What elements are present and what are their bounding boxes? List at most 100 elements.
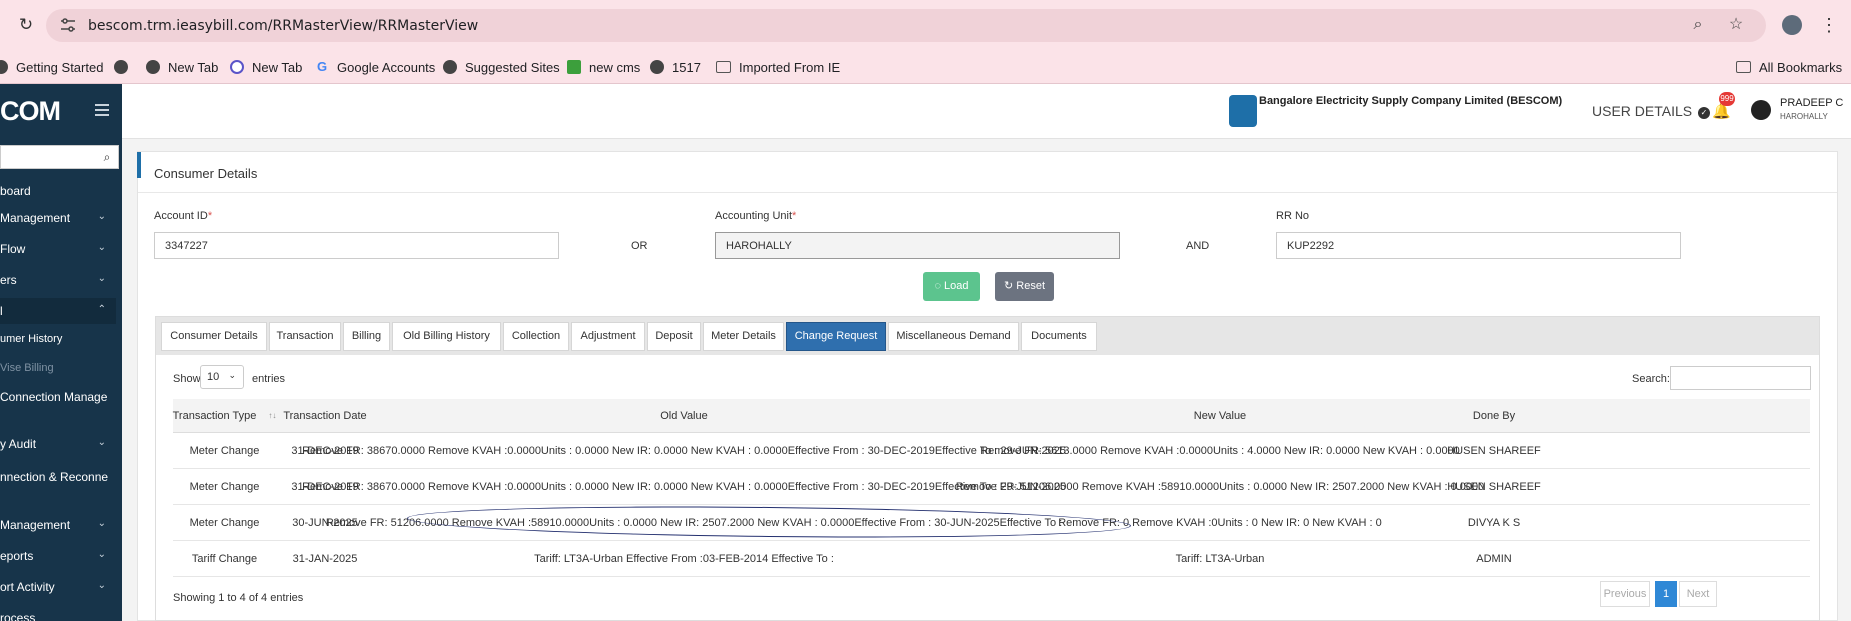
- address-bar[interactable]: bescom.trm.ieasybill.com/RRMasterView/RR…: [46, 9, 1766, 42]
- sidebar-item-label: eports: [0, 549, 34, 563]
- col-old-value[interactable]: Old Value: [374, 399, 994, 432]
- pagination-next[interactable]: Next: [1679, 581, 1717, 607]
- sidebar-item-reports[interactable]: eports ⌄: [0, 549, 116, 569]
- cell-transaction-type: Meter Change: [189, 516, 260, 529]
- table-row: Tariff Change 31-JAN-2025 Tariff: LT3A-U…: [173, 541, 1810, 577]
- globe-icon: [443, 60, 457, 74]
- tab-deposit[interactable]: Deposit: [647, 322, 701, 351]
- bookmark-new-tab-2[interactable]: New Tab: [230, 58, 302, 76]
- sidebar-search-input[interactable]: ⌕: [0, 145, 119, 169]
- and-label: AND: [1186, 240, 1210, 252]
- sidebar-item-audit[interactable]: y Audit ⌄: [0, 437, 116, 457]
- sidebar-item-process[interactable]: rocess: [0, 611, 116, 621]
- sidebar-item-report-activity[interactable]: ort Activity ⌄: [0, 580, 116, 600]
- browser-toolbar: ↻ bescom.trm.ieasybill.com/RRMasterView/…: [0, 0, 1851, 50]
- org-name: Bangalore Electricity Supply Company Lim…: [1259, 95, 1563, 107]
- tab-consumer-details[interactable]: Consumer Details: [161, 322, 267, 351]
- tab-collection[interactable]: Collection: [503, 322, 569, 351]
- browser-menu-icon[interactable]: ⋮: [1820, 14, 1838, 36]
- bescom-logo-icon: [1229, 95, 1257, 127]
- all-bookmarks[interactable]: All Bookmarks: [1736, 58, 1842, 76]
- sidebar-item-label: nnection & Reconne: [0, 470, 109, 484]
- cell-done-by: HUSEN SHAREEF: [1447, 480, 1541, 493]
- col-new-value[interactable]: New Value: [994, 399, 1446, 432]
- col-done-by[interactable]: Done By: [1446, 399, 1542, 432]
- sidebar-item-label: rocess: [0, 611, 36, 621]
- sidebar-item-flow[interactable]: Flow ⌄: [0, 242, 116, 262]
- pagination-previous[interactable]: Previous: [1600, 581, 1650, 607]
- bookmark-label: Suggested Sites: [465, 59, 560, 75]
- account-id-input[interactable]: 3347227: [154, 232, 559, 259]
- page-size-value: 10: [207, 371, 220, 383]
- cell-old-value: Remove FR: 38670.0000 Remove KVAH :0.000…: [302, 480, 1066, 493]
- cell-new-value: Remove FR: 51206.0000 Remove KVAH :58910…: [955, 480, 1485, 493]
- bookmark-google-accounts[interactable]: G Google Accounts: [315, 58, 435, 76]
- cell-transaction-type: Tariff Change: [191, 552, 258, 565]
- profile-avatar-icon[interactable]: [1782, 15, 1802, 35]
- chevron-up-icon: ⌃: [97, 304, 106, 315]
- chevron-down-icon: ⌄: [97, 580, 106, 591]
- sidebar-sub-wise-billing[interactable]: Vise Billing: [0, 362, 54, 374]
- cell-old-value: Tariff: LT3A-Urban Effective From :03-FE…: [534, 552, 834, 565]
- sidebar-item-label: Connection Manage: [0, 390, 108, 404]
- user-name[interactable]: PRADEEP C: [1780, 97, 1843, 109]
- tab-adjustment[interactable]: Adjustment: [571, 322, 645, 351]
- page-size-select[interactable]: 10 ⌄: [200, 365, 244, 389]
- sidebar-item-dashboard[interactable]: board: [0, 184, 116, 204]
- site-info-icon[interactable]: [60, 18, 76, 32]
- user-details-menu[interactable]: USER DETAILS ✓: [1592, 103, 1710, 119]
- tab-meter-details[interactable]: Meter Details: [703, 322, 784, 351]
- sidebar-item-management-2[interactable]: Management ⌄: [0, 518, 116, 538]
- app-logo: COM: [0, 96, 61, 126]
- tab-billing[interactable]: Billing: [343, 322, 390, 351]
- tab-old-billing-history[interactable]: Old Billing History: [392, 322, 501, 351]
- bookmark-imported-from-ie[interactable]: Imported From IE: [716, 58, 840, 76]
- sidebar-item-label: Management: [0, 211, 71, 225]
- table-row: Meter Change 30-JUN-2025 Remove FR: 5120…: [173, 505, 1810, 541]
- cell-transaction-type: Meter Change: [189, 480, 260, 493]
- sidebar-item-management[interactable]: Management ⌄: [0, 211, 116, 231]
- url-text[interactable]: bescom.trm.ieasybill.com/RRMasterView/RR…: [88, 18, 478, 34]
- cell-old-value: Remove FR: 38670.0000 Remove KVAH :0.000…: [302, 444, 1066, 457]
- col-transaction-type[interactable]: Transaction Type ↑↓: [173, 399, 277, 432]
- load-button[interactable]: ◌ Load: [923, 272, 980, 301]
- tab-miscellaneous-demand[interactable]: Miscellaneous Demand: [888, 322, 1019, 351]
- show-label: Show: [173, 373, 201, 385]
- reload-icon[interactable]: ↻: [16, 15, 36, 35]
- bookmarks-bar: Getting Started New Tab New Tab G Google …: [0, 50, 1851, 84]
- bookmark-new-tab[interactable]: New Tab: [146, 58, 218, 76]
- table-search-input[interactable]: [1670, 366, 1811, 390]
- cell-new-value: Remove FR: 0 Remove KVAH :0Units : 0 New…: [1058, 516, 1382, 529]
- user-avatar-icon[interactable]: [1751, 100, 1771, 120]
- bookmark-getting-started[interactable]: Getting Started: [0, 58, 103, 76]
- menu-toggle-icon[interactable]: [95, 104, 109, 116]
- zoom-icon[interactable]: ⌕: [1688, 15, 1708, 35]
- sidebar-item-label: ers: [0, 273, 17, 287]
- bookmark-label: 1517: [672, 59, 701, 75]
- col-transaction-date[interactable]: Transaction Date: [276, 399, 374, 432]
- reset-button[interactable]: ↻ Reset: [995, 272, 1054, 301]
- tab-documents[interactable]: Documents: [1021, 322, 1097, 351]
- bookmark-star-icon[interactable]: ☆: [1726, 15, 1746, 35]
- search-icon[interactable]: ⌕: [100, 150, 114, 164]
- tab-icon: [230, 60, 244, 74]
- pagination-page-1[interactable]: 1: [1655, 581, 1677, 607]
- rr-no-input[interactable]: KUP2292: [1276, 232, 1681, 259]
- bookmark-1517[interactable]: 1517: [650, 58, 701, 76]
- bookmark-new-cms[interactable]: new cms: [567, 58, 640, 76]
- chevron-down-icon: ⌄: [97, 518, 106, 529]
- sidebar-item-disconnection[interactable]: nnection & Reconne: [0, 470, 116, 490]
- bookmark-globe[interactable]: [114, 58, 136, 76]
- sidebar-item-connection-management[interactable]: Connection Manage: [0, 390, 116, 410]
- tab-change-request[interactable]: Change Request: [786, 322, 886, 351]
- sidebar-item-active[interactable]: l ⌃: [0, 298, 116, 324]
- sidebar-item-users[interactable]: ers ⌄: [0, 273, 116, 293]
- bookmark-suggested-sites[interactable]: Suggested Sites: [443, 58, 560, 76]
- chevron-down-icon: ⌄: [97, 273, 106, 284]
- accounting-unit-input[interactable]: HAROHALLY: [715, 232, 1120, 259]
- or-label: OR: [631, 240, 648, 252]
- tab-transaction[interactable]: Transaction: [269, 322, 341, 351]
- sidebar-sub-consumer-history[interactable]: umer History: [0, 333, 62, 345]
- google-icon: G: [316, 59, 328, 74]
- chevron-down-icon: ⌄: [97, 211, 106, 222]
